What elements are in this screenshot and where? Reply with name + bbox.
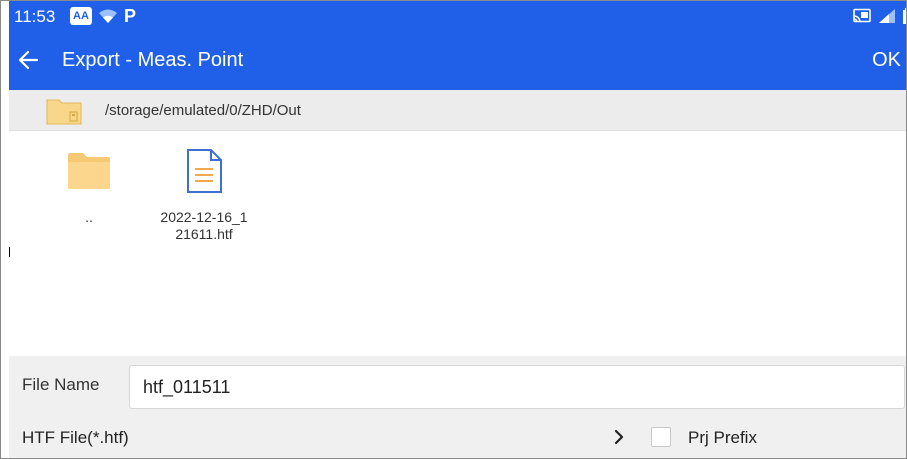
export-screen: 11:53 AA P Export - Meas. Point OK /stor… <box>0 0 907 459</box>
file-item-name: .. <box>85 209 93 225</box>
chevron-right-icon <box>613 429 625 445</box>
back-arrow-icon[interactable] <box>17 48 39 72</box>
wifi-icon <box>97 7 119 25</box>
current-path: /storage/emulated/0/ZHD/Out <box>105 102 301 119</box>
sd-folder-icon <box>46 97 82 125</box>
cast-icon <box>852 7 872 25</box>
file-item[interactable]: 2022-12-16_121611.htf <box>158 143 250 243</box>
signal-icon <box>878 7 896 25</box>
file-type-label: HTF File(*.htf) <box>22 428 129 447</box>
battery-icon <box>903 7 906 25</box>
file-item-name: 2022-12-16_121611.htf <box>160 209 248 242</box>
app-bar: Export - Meas. Point OK <box>9 32 906 90</box>
file-name-row: File Name htf_011511 <box>9 356 906 413</box>
file-name-label: File Name <box>22 375 100 394</box>
status-bar: 11:53 AA P <box>9 1 906 32</box>
status-time: 11:53 <box>14 7 56 26</box>
file-name-input[interactable]: htf_011511 <box>129 365 905 409</box>
page-title: Export - Meas. Point <box>62 49 244 71</box>
file-type-row: HTF File(*.htf) Prj Prefix <box>9 413 906 458</box>
folder-icon <box>43 143 135 199</box>
document-icon <box>158 143 250 199</box>
edge-mark <box>9 247 10 257</box>
prj-prefix-checkbox[interactable] <box>651 427 671 447</box>
photos-icon: AA <box>70 7 92 25</box>
ok-button[interactable]: OK <box>872 49 901 72</box>
parent-folder-item[interactable]: .. <box>43 143 135 226</box>
path-bar: /storage/emulated/0/ZHD/Out <box>9 90 906 131</box>
parking-icon: P <box>123 5 136 26</box>
file-list: .. 2022-12-16_121611.htf <box>9 131 906 356</box>
file-type-selector[interactable]: HTF File(*.htf) <box>9 413 629 458</box>
prj-prefix-label: Prj Prefix <box>688 428 757 447</box>
photos-icon-text: AA <box>73 10 89 22</box>
